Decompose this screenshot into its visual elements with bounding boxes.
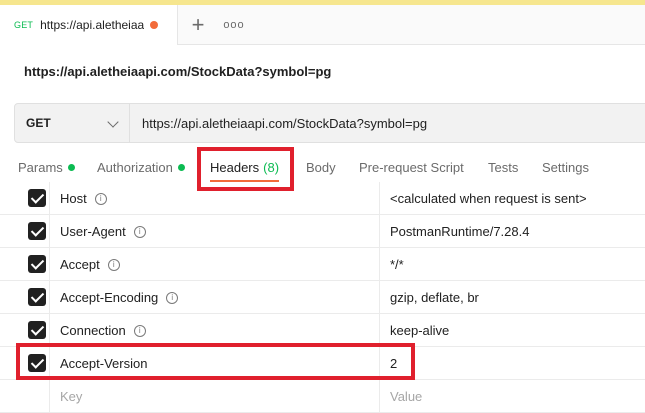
info-icon[interactable]: i <box>166 291 179 304</box>
info-icon[interactable]: i <box>133 225 146 238</box>
tab-body[interactable]: Body <box>306 148 336 186</box>
header-key[interactable]: User-Agent i <box>50 215 380 248</box>
header-key[interactable]: Accept-Encoding i <box>50 281 380 314</box>
header-key[interactable]: Accept i <box>50 248 380 281</box>
tab-tests-label: Tests <box>488 159 519 175</box>
header-key-text: Connection <box>60 323 126 338</box>
header-value[interactable]: 2 <box>380 347 645 380</box>
row-checkbox[interactable] <box>28 222 46 240</box>
info-icon[interactable]: i <box>94 192 107 205</box>
header-value[interactable]: */* <box>380 248 645 281</box>
url-bar: GET https://api.aletheiaapi.com/StockDat… <box>14 103 645 143</box>
request-tab[interactable]: GET https://api.aletheiaapi.com/ <box>0 5 178 45</box>
row-checkbox-cell <box>0 248 50 281</box>
tab-settings-label: Settings <box>542 159 589 175</box>
row-checkbox-cell <box>0 182 50 215</box>
url-input[interactable]: https://api.aletheiaapi.com/StockData?sy… <box>130 104 645 142</box>
row-checkbox[interactable] <box>28 255 46 273</box>
more-tabs-icon[interactable]: ooo <box>222 5 246 45</box>
tab-method-label: GET <box>14 20 34 30</box>
request-subtabs: Params Authorization Headers (8) Body Pr… <box>0 148 645 186</box>
row-checkbox[interactable] <box>28 189 46 207</box>
chevron-down-icon <box>107 116 119 128</box>
header-row-accept: Accept i */* <box>0 248 645 281</box>
header-value[interactable]: gzip, deflate, br <box>380 281 645 314</box>
tab-params-label: Params <box>18 159 63 175</box>
tab-prerequest-script[interactable]: Pre-request Script <box>359 148 464 186</box>
tab-authorization[interactable]: Authorization <box>97 148 185 186</box>
header-key-text: Accept-Encoding <box>60 290 159 305</box>
info-icon[interactable]: i <box>107 258 120 271</box>
request-name-title[interactable]: https://api.aletheiaapi.com/StockData?sy… <box>24 64 331 79</box>
tab-params[interactable]: Params <box>18 148 75 186</box>
header-row-new: Key Value <box>0 380 645 413</box>
tab-title: https://api.aletheiaapi.com/ <box>40 18 145 32</box>
method-select-value: GET <box>26 116 51 130</box>
row-checkbox-cell <box>0 215 50 248</box>
new-tab-plus-icon[interactable]: + <box>186 5 210 45</box>
authorization-status-dot-icon <box>177 163 185 171</box>
header-key-text: User-Agent <box>60 224 126 239</box>
header-key-text: Accept <box>60 257 100 272</box>
tab-body-label: Body <box>306 159 336 175</box>
header-value[interactable]: PostmanRuntime/7.28.4 <box>380 215 645 248</box>
headers-tab-highlight <box>197 147 294 191</box>
new-value-input[interactable]: Value <box>380 380 645 413</box>
tab-settings[interactable]: Settings <box>542 148 589 186</box>
row-checkbox-cell <box>0 281 50 314</box>
unsaved-dot-icon[interactable] <box>150 21 159 29</box>
tab-tests[interactable]: Tests <box>488 148 518 186</box>
new-key-input[interactable]: Key <box>50 380 380 413</box>
method-select[interactable]: GET <box>15 104 130 142</box>
header-key-text: Host <box>60 191 87 206</box>
tab-prerequest-label: Pre-request Script <box>359 159 464 175</box>
info-icon[interactable]: i <box>133 324 146 337</box>
header-row-host: Host i <calculated when request is sent> <box>0 182 645 215</box>
request-tab-strip: GET https://api.aletheiaapi.com/ + ooo <box>0 5 645 45</box>
row-checkbox[interactable] <box>28 321 46 339</box>
header-row-accept-encoding: Accept-Encoding i gzip, deflate, br <box>0 281 645 314</box>
accept-version-row-highlight <box>16 343 415 380</box>
params-status-dot-icon <box>67 163 75 171</box>
row-checkbox-cell <box>0 380 50 413</box>
header-row-user-agent: User-Agent i PostmanRuntime/7.28.4 <box>0 215 645 248</box>
header-value[interactable]: keep-alive <box>380 314 645 347</box>
header-value[interactable]: <calculated when request is sent> <box>380 182 645 215</box>
tab-authorization-label: Authorization <box>97 159 173 175</box>
row-checkbox[interactable] <box>28 288 46 306</box>
